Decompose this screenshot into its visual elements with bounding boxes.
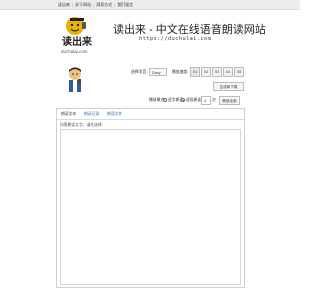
mode-radio-word[interactable] bbox=[163, 98, 167, 102]
mode-option-paragraph: 逐段朗读 bbox=[186, 98, 202, 102]
tab-read-history[interactable]: 朗读记录 bbox=[84, 112, 99, 117]
tab-read-file[interactable]: 朗读文件 bbox=[107, 112, 122, 117]
editor-tabs: 朗读文本 朗读记录 朗读文件 bbox=[57, 109, 244, 120]
nav-item-home[interactable]: 读出来 bbox=[58, 2, 70, 7]
site-logo[interactable]: 读出来 duchulai.com bbox=[58, 12, 96, 58]
page-title: 读出来 - 中文在线语音朗读网站 bbox=[113, 24, 266, 36]
logo-subtext: duchulai.com bbox=[61, 49, 88, 54]
site-url: https://duchulai.com bbox=[139, 36, 212, 42]
nav-item-method[interactable]: 测耳方式 bbox=[96, 2, 112, 7]
logo-text: 读出来 bbox=[62, 35, 93, 48]
read-all-button[interactable]: 朗读全部 bbox=[219, 96, 240, 105]
speed-x4-button[interactable]: X4 bbox=[223, 67, 233, 77]
speed-x3-button[interactable]: X3 bbox=[212, 67, 222, 77]
top-bar: 读出来 | 关于网站 | 测耳方式 | 我们留言 bbox=[0, 0, 300, 10]
generate-button[interactable]: 生成和下载 bbox=[213, 82, 244, 91]
voice-select[interactable]: Davy bbox=[149, 68, 167, 76]
speed-x2-button[interactable]: X2 bbox=[201, 67, 211, 77]
nav-item-feedback[interactable]: 我们留言 bbox=[117, 2, 133, 7]
repeat-input[interactable]: 1 bbox=[201, 96, 211, 105]
repeat-suffix: 次 bbox=[212, 98, 216, 102]
speed-label: 播放速度: bbox=[172, 70, 189, 74]
top-nav: 读出来 | 关于网站 | 测耳方式 | 我们留言 bbox=[58, 2, 134, 7]
editor-hint: 如需朗读文字，请先选择... bbox=[60, 123, 105, 127]
avatar bbox=[69, 67, 81, 92]
speed-x5-button[interactable]: X5 bbox=[234, 67, 244, 77]
voice-label: 选择发音: bbox=[131, 70, 148, 74]
speed-x1-button[interactable]: X1 bbox=[190, 67, 200, 77]
mode-radio-paragraph[interactable] bbox=[181, 98, 185, 102]
tab-read-text[interactable]: 朗读文本 bbox=[61, 112, 76, 117]
text-input[interactable] bbox=[60, 129, 241, 285]
editor-panel: 朗读文本 朗读记录 朗读文件 如需朗读文字，请先选择... bbox=[56, 108, 245, 288]
nav-item-about[interactable]: 关于网站 bbox=[75, 2, 91, 7]
